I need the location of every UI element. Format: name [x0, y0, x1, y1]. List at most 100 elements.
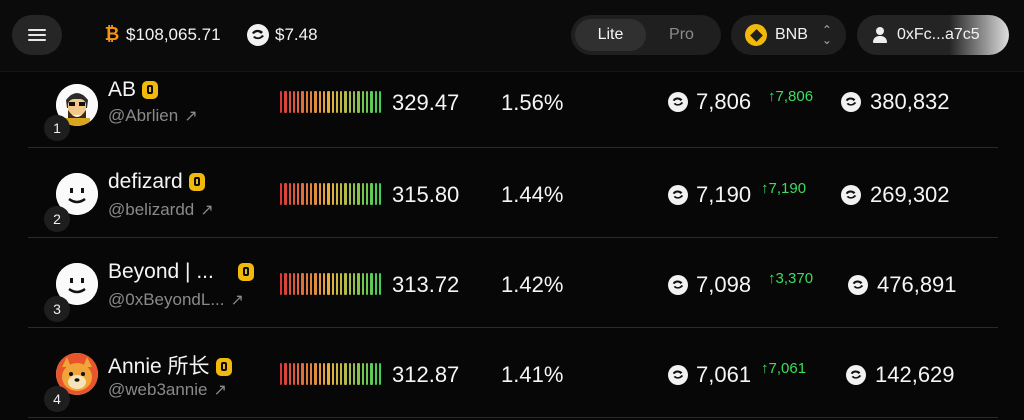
token-icon	[247, 24, 269, 46]
user-handle-link[interactable]: @belizardd ↗	[108, 200, 214, 220]
meter-bar	[292, 183, 296, 205]
meter-bar	[335, 183, 339, 205]
token-icon	[668, 185, 688, 205]
percent-value: 1.42%	[501, 272, 564, 297]
token-icon	[668, 365, 688, 385]
meter-bar	[361, 91, 364, 113]
meter-bar	[378, 91, 382, 113]
btc-price-ticker: ₿ $108,065.71	[104, 24, 221, 45]
meter-bar	[292, 273, 296, 295]
score-meter	[280, 363, 384, 385]
points-text: 7,190	[696, 182, 752, 207]
user-handle-link[interactable]: @Abrlien ↗	[108, 106, 198, 126]
external-link-icon: ↗	[200, 202, 214, 219]
points-text: 7,098	[696, 272, 752, 297]
meter-bar	[288, 363, 291, 385]
user-handle: @belizardd	[108, 200, 195, 219]
meter-bar	[305, 183, 309, 205]
meter-bar	[344, 91, 347, 113]
meter-bar	[310, 91, 313, 113]
meter-bar	[353, 183, 356, 205]
total-value: 476,891	[848, 272, 957, 298]
meter-bar	[353, 363, 356, 385]
score-meter	[280, 91, 384, 113]
leaderboard-row[interactable]: 3 Beyond | ... @0xBeyondL... ↗ 313.72 1.4…	[28, 238, 998, 328]
percent-value: 1.56%	[501, 90, 564, 115]
leaderboard-row[interactable]: 4 Annie 所长 @web3annie ↗ 312.87 1.41% 7,06…	[28, 328, 998, 418]
user-handle-link[interactable]: @web3annie ↗	[108, 380, 227, 400]
points-value: 7,190	[668, 182, 751, 208]
points-delta: ↑7,190	[761, 180, 807, 197]
wallet-button[interactable]: 0xFc...a7c5	[857, 15, 1009, 55]
mode-pro-option[interactable]: Pro	[646, 19, 717, 51]
meter-bar	[378, 363, 382, 385]
chain-selector[interactable]: BNB ⌃ ⌄	[731, 15, 846, 55]
meter-bar	[301, 91, 304, 113]
token-icon	[668, 275, 688, 295]
meter-bar	[322, 183, 326, 205]
verified-badge-icon	[215, 358, 232, 377]
meter-bar	[331, 363, 334, 385]
user-name: Annie 所长	[108, 350, 232, 380]
external-link-icon: ↗	[184, 108, 198, 125]
user-name-text: defizard	[108, 170, 183, 193]
points-delta: ↑7,806	[768, 88, 814, 105]
rank-badge: 3	[44, 296, 70, 322]
meter-bar	[288, 273, 291, 295]
meter-bar	[335, 91, 339, 113]
meter-bar	[292, 363, 296, 385]
total-text: 142,629	[875, 362, 955, 387]
total-value: 269,302	[841, 182, 950, 208]
score-value: 315.80	[392, 182, 460, 207]
meter-bar	[361, 273, 364, 295]
meter-bar	[340, 363, 343, 385]
meter-bar	[357, 183, 360, 205]
user-name: AB	[108, 78, 159, 102]
bitcoin-icon: ₿	[104, 24, 120, 44]
meter-bar	[305, 273, 309, 295]
leaderboard-row[interactable]: 1 AB @Abrlien ↗ 329.47 1.56% 7,806 ↑7,806…	[28, 72, 998, 148]
hamburger-icon	[28, 29, 46, 41]
wallet-address: 0xFc...a7c5	[897, 26, 980, 43]
meter-bar	[348, 363, 352, 385]
meter-bar	[280, 363, 283, 385]
token-icon	[846, 365, 866, 385]
leaderboard-row[interactable]: 2 defizard @belizardd ↗ 315.80 1.44% 7,19…	[28, 148, 998, 238]
meter-bar	[344, 363, 347, 385]
meter-bar	[280, 183, 283, 205]
meter-bar	[327, 363, 330, 385]
meter-bar	[370, 91, 373, 113]
meter-bar	[292, 91, 296, 113]
token-icon	[668, 92, 688, 112]
total-value: 380,832	[841, 89, 950, 115]
verified-badge-icon	[188, 173, 205, 192]
meter-bar	[344, 183, 347, 205]
points-value: 7,061	[668, 362, 751, 388]
top-bar: ₿ $108,065.71 $7.48 Lite Pro BNB ⌃ ⌄ 0xFc…	[0, 0, 1024, 72]
score-value: 312.87	[392, 362, 460, 387]
meter-bar	[318, 183, 321, 205]
rank-badge: 4	[44, 386, 70, 412]
meter-bar	[327, 183, 330, 205]
meter-bar	[374, 273, 377, 295]
meter-bar	[318, 363, 321, 385]
token-icon	[841, 92, 861, 112]
leaderboard-list: 1 AB @Abrlien ↗ 329.47 1.56% 7,806 ↑7,806…	[28, 72, 998, 418]
meter-bar	[297, 363, 300, 385]
meter-bar	[288, 183, 291, 205]
menu-button[interactable]	[12, 15, 62, 55]
meter-bar	[327, 273, 330, 295]
percent-value: 1.44%	[501, 182, 564, 207]
mode-lite-option[interactable]: Lite	[575, 19, 646, 51]
meter-bar	[370, 273, 373, 295]
meter-bar	[284, 91, 287, 113]
user-handle-link[interactable]: @0xBeyondL... ↗	[108, 290, 244, 310]
meter-bar	[314, 183, 317, 205]
user-icon	[873, 27, 887, 43]
mode-toggle[interactable]: Lite Pro	[571, 15, 721, 55]
meter-bar	[361, 363, 364, 385]
total-text: 476,891	[877, 272, 957, 297]
meter-bar	[378, 183, 382, 205]
meter-bar	[335, 273, 339, 295]
meter-bar	[284, 363, 287, 385]
